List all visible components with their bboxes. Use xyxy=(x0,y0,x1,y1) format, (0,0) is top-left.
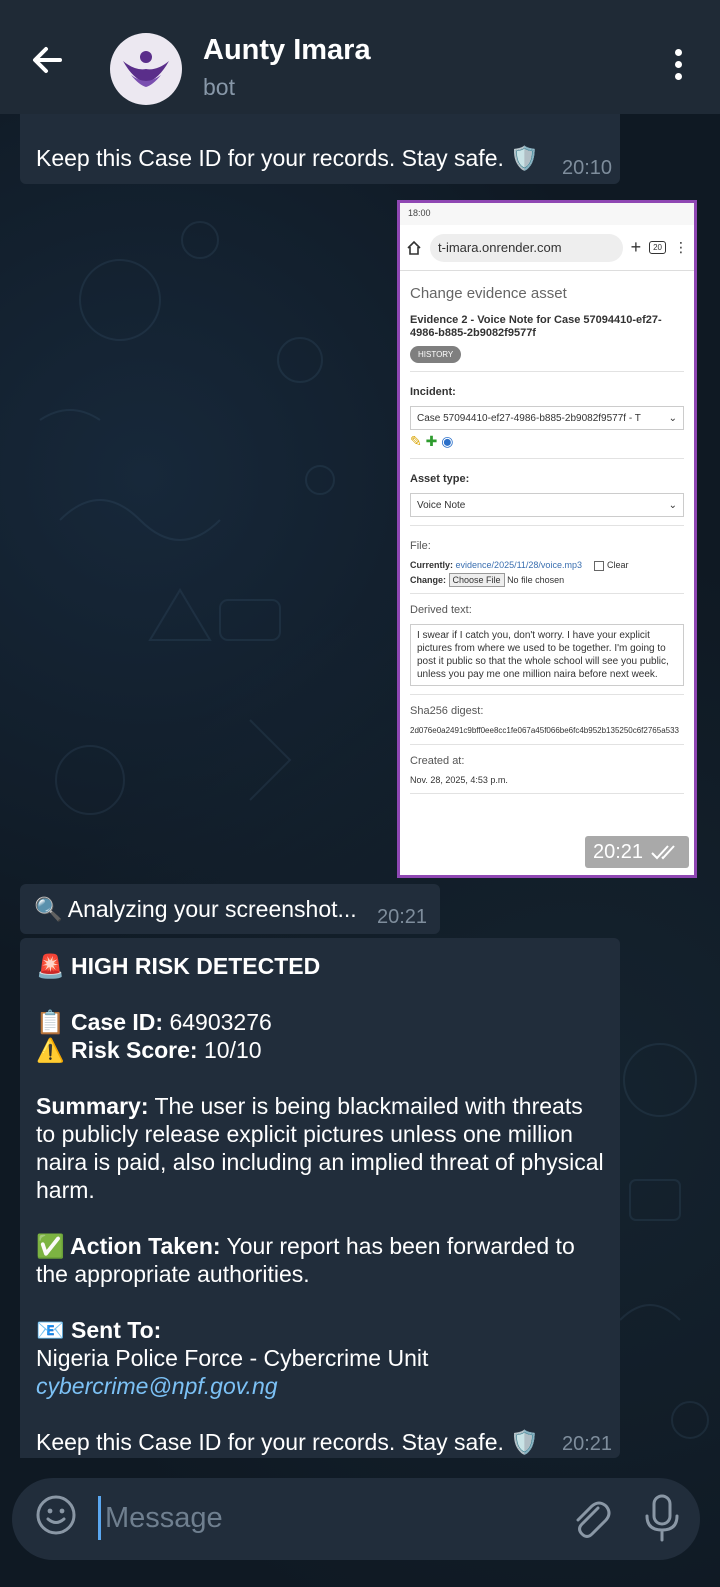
screenshot-currently-value: evidence/2025/11/28/voice.mp3 xyxy=(455,560,582,570)
report-message-bubble: 🚨 HIGH RISK DETECTED 📋 Case ID: 64903276… xyxy=(20,938,620,1458)
microphone-icon xyxy=(645,1494,679,1542)
aunty-imara-logo-icon xyxy=(123,51,169,87)
risk-score-row: ⚠️ Risk Score: 10/10 xyxy=(36,1036,604,1064)
previous-closing-text: Keep this Case ID for your records. Stay… xyxy=(36,145,539,171)
report-closing-text: Keep this Case ID for your records. Stay… xyxy=(36,1429,539,1455)
screenshot-derived-text-label: Derived text: xyxy=(410,603,472,616)
screenshot-asset-type-value: Voice Note xyxy=(417,499,466,511)
double-check-icon xyxy=(651,845,675,860)
screenshot-no-file: No file chosen xyxy=(507,574,565,585)
sent-to-email-link[interactable]: cybercrime@npf.gov.ng xyxy=(36,1372,604,1400)
screenshot-browser-bar: t-imara.onrender.com + 20 ⋮ xyxy=(400,225,694,271)
smile-icon xyxy=(36,1495,76,1535)
summary-row: Summary: The user is being blackmailed w… xyxy=(36,1092,604,1204)
emoji-button[interactable] xyxy=(34,1493,78,1537)
screenshot-page-body: Change evidence asset Evidence 2 - Voice… xyxy=(400,271,694,800)
case-id-label: 📋 Case ID: xyxy=(36,1009,164,1035)
screenshot-clear-label: Clear xyxy=(606,560,629,570)
plus-icon: + xyxy=(630,237,642,257)
screenshot-page-heading: Change evidence asset xyxy=(410,285,567,302)
chevron-down-icon: ⌄ xyxy=(668,499,677,511)
tab-count-badge: 20 xyxy=(649,241,666,254)
sent-to-label: 📧 Sent To: xyxy=(36,1317,162,1343)
more-options-button[interactable] xyxy=(664,46,692,88)
paperclip-icon xyxy=(576,1501,611,1538)
back-button[interactable] xyxy=(24,36,72,84)
summary-label: Summary: xyxy=(36,1093,149,1119)
sent-screenshot-image[interactable]: 18:00 t-imara.onrender.com + 20 ⋮ Change… xyxy=(397,200,697,878)
analyzing-text: 🔍 Analyzing your screenshot... xyxy=(34,896,357,922)
screenshot-incident-value: Case 57094410-ef27-4986-b885-2b9082f9577… xyxy=(417,412,641,424)
message-input-bar xyxy=(12,1478,700,1560)
sent-to-org: Nigeria Police Force - Cybercrime Unit xyxy=(36,1345,429,1371)
screenshot-sha-label: Sha256 digest: xyxy=(410,704,484,717)
screenshot-evidence-title: Evidence 2 - Voice Note for Case 5709441… xyxy=(410,314,662,339)
screenshot-derived-text: I swear if I catch you, don't worry. I h… xyxy=(410,623,684,686)
case-id-value[interactable]: 64903276 xyxy=(169,1009,271,1035)
screenshot-incident-select: Case 57094410-ef27-4986-b885-2b9082f9577… xyxy=(410,406,684,430)
eye-icon: ◉ xyxy=(441,433,454,449)
action-label: ✅ Action Taken: xyxy=(36,1233,221,1259)
chat-subtitle: bot xyxy=(203,74,235,100)
screenshot-incident-label: Incident: xyxy=(410,386,456,398)
screenshot-history-pill: HISTORY xyxy=(410,346,462,363)
screenshot-status-bar: 18:00 xyxy=(400,203,694,225)
attach-button[interactable] xyxy=(568,1494,612,1542)
screenshot-created-value: Nov. 28, 2025, 4:53 p.m. xyxy=(410,774,508,785)
screenshot-currently-label: Currently: xyxy=(410,560,454,570)
chat-title[interactable]: Aunty Imara xyxy=(203,34,371,67)
chat-header: Aunty Imara bot xyxy=(0,0,720,114)
message-time: 20:21 xyxy=(377,906,428,928)
screenshot-choose-file: Choose File xyxy=(448,572,505,587)
screenshot-currently-row: Currently: evidence/2025/11/28/voice.mp3… xyxy=(410,560,684,571)
screenshot-status-time: 18:00 xyxy=(408,208,431,218)
screenshot-file-label: File: xyxy=(410,540,431,552)
kebab-icon: ⋮ xyxy=(674,239,688,255)
risk-score-value: 10/10 xyxy=(203,1037,262,1063)
screenshot-asset-type-select: Voice Note ⌄ xyxy=(410,493,684,517)
home-icon xyxy=(407,240,421,255)
screenshot-asset-type-label: Asset type: xyxy=(410,473,470,485)
screenshot-url: t-imara.onrender.com xyxy=(438,240,562,255)
more-vertical-icon xyxy=(664,49,692,80)
screenshot-change-label: Change: xyxy=(410,574,446,585)
risk-score-label: ⚠️ Risk Score: xyxy=(36,1037,198,1063)
risk-heading: 🚨 HIGH RISK DETECTED xyxy=(36,953,321,979)
case-id-row: 📋 Case ID: 64903276 xyxy=(36,1008,604,1036)
checkbox-icon xyxy=(594,560,605,571)
screenshot-url-box: t-imara.onrender.com xyxy=(430,233,623,262)
message-input[interactable] xyxy=(98,1496,548,1540)
action-row: ✅ Action Taken: Your report has been for… xyxy=(36,1232,604,1288)
arrow-left-icon xyxy=(33,47,62,73)
bot-avatar[interactable] xyxy=(110,33,182,105)
message-time: 20:21 xyxy=(592,840,644,863)
analyzing-message-bubble: 🔍 Analyzing your screenshot... 20:21 xyxy=(20,884,440,934)
pencil-icon: ✎ xyxy=(410,433,422,449)
screenshot-sha-value: 2d076e0a2491c9bff0ee8cc1fe067a45f066be6f… xyxy=(410,725,679,735)
screenshot-change-row: Change: Choose File No file chosen xyxy=(410,572,684,587)
message-time: 20:10 xyxy=(562,157,613,179)
microphone-button[interactable] xyxy=(640,1492,684,1544)
message-time: 20:21 xyxy=(562,1433,613,1455)
screenshot-created-label: Created at: xyxy=(410,754,465,767)
plus-green-icon: ✚ xyxy=(425,433,438,449)
chevron-down-icon: ⌄ xyxy=(668,412,677,424)
image-time-badge: 20:21 xyxy=(585,836,689,868)
screenshot-action-icons: ✎ ✚ ◉ xyxy=(410,433,684,450)
